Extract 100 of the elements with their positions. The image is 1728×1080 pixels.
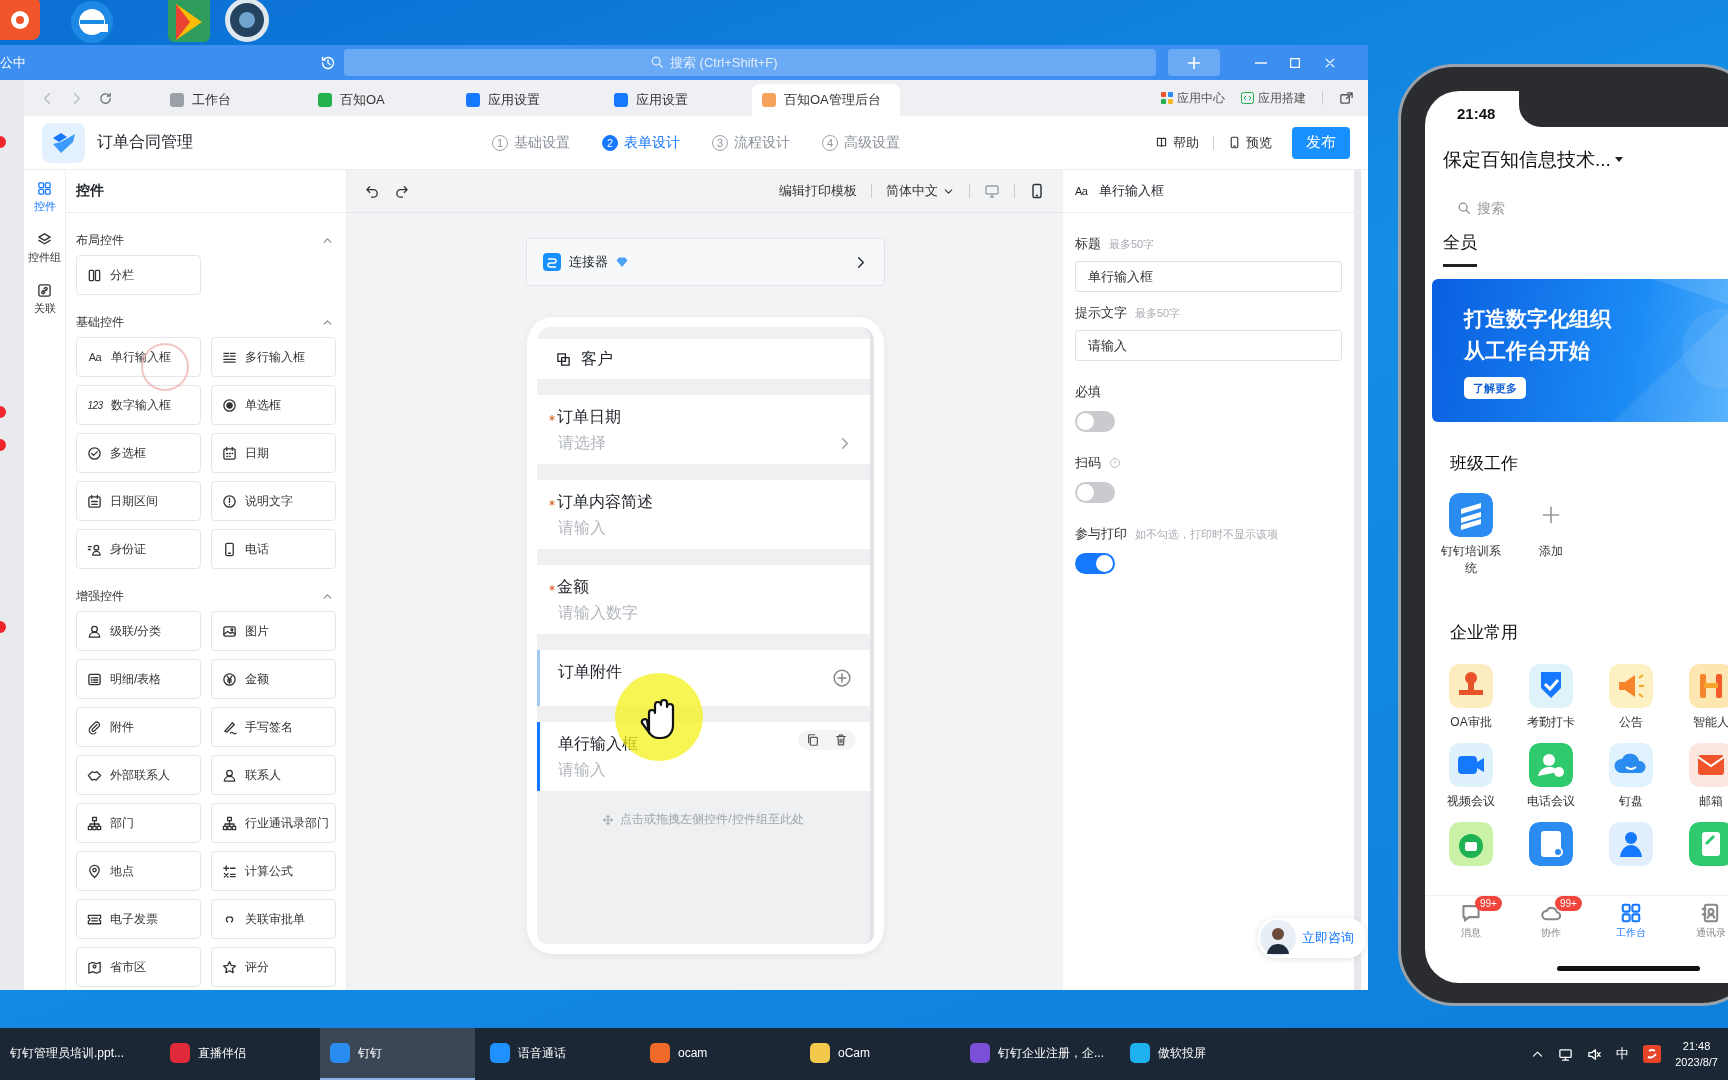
taskbar-item[interactable]: 钉钉	[320, 1028, 475, 1080]
step-tab[interactable]: 1 基础设置	[492, 133, 570, 152]
text-input[interactable]: 请输入	[1075, 330, 1342, 361]
minimize-icon[interactable]	[1255, 61, 1267, 64]
browser-tab[interactable]: 百知OA	[308, 84, 456, 116]
control-item[interactable]: 外部联系人	[76, 755, 201, 795]
tab[interactable]: 全员	[1443, 231, 1477, 267]
control-item[interactable]: 图片	[211, 611, 336, 651]
consult-button[interactable]: 立即咨询	[1258, 918, 1366, 958]
ime-icon[interactable]	[1643, 1045, 1662, 1063]
text-input[interactable]: 单行输入框	[1075, 261, 1342, 292]
language-select[interactable]: 简体中文	[886, 182, 955, 200]
input-field[interactable]: 请输入	[557, 519, 852, 537]
control-item[interactable]: 计算公式	[211, 851, 336, 891]
nav-tab[interactable]: 工作台	[1591, 896, 1671, 947]
nav-tab[interactable]: 通讯录	[1671, 896, 1728, 947]
taskbar-item[interactable]: 钉钉企业注册，企...	[960, 1028, 1115, 1080]
control-item[interactable]: 评分	[211, 947, 336, 987]
app-shortcut[interactable]: OA审批	[1431, 664, 1511, 731]
window-title: 公中	[0, 53, 27, 72]
browser-tab[interactable]: 应用设置	[456, 84, 604, 116]
control-item[interactable]: 省市区	[76, 947, 201, 987]
control-item[interactable]: 金额	[211, 659, 336, 699]
input-field[interactable]: 请输入	[557, 761, 852, 779]
control-item[interactable]: 日期	[211, 433, 336, 473]
browser-tab[interactable]: 工作台	[160, 84, 308, 116]
add-app-button[interactable]: 添加	[1511, 493, 1591, 577]
control-item[interactable]: 日期区间	[76, 481, 201, 521]
connector-card[interactable]: 连接器	[525, 238, 885, 286]
taskbar-item[interactable]: 语音通话	[480, 1028, 635, 1080]
toolbar-link[interactable]: 应用中心	[1161, 89, 1225, 107]
group-header[interactable]: 增强控件	[76, 581, 334, 611]
toggle-switch[interactable]	[1075, 411, 1115, 432]
toolbar-link[interactable]: 应用搭建	[1241, 89, 1306, 107]
control-item[interactable]: 级联/分类	[76, 611, 201, 651]
control-item[interactable]: 多行输入框	[211, 337, 336, 377]
form-field[interactable]: 订单内容简述 请输入	[536, 480, 870, 549]
control-item[interactable]: 123 数字输入框	[76, 385, 201, 425]
control-item[interactable]: 电子发票	[76, 899, 201, 939]
control-item[interactable]: 身份证	[76, 529, 201, 569]
grid-icon	[1620, 902, 1642, 924]
input-method[interactable]: 中	[1616, 1045, 1630, 1063]
help-link[interactable]: 帮助	[1155, 133, 1199, 152]
app-shortcut[interactable]: 钉盘	[1591, 743, 1671, 810]
control-item[interactable]: 联系人	[211, 755, 336, 795]
control-item[interactable]: 地点	[76, 851, 201, 891]
app-shortcut[interactable]: 公告	[1591, 664, 1671, 731]
control-item[interactable]: 明细/表格	[76, 659, 201, 699]
clock[interactable]: 21:48 2023/8/7	[1675, 1038, 1718, 1070]
learn-more-button[interactable]: 了解更多	[1464, 377, 1526, 399]
app-icon[interactable]	[222, 0, 272, 44]
control-item[interactable]: 部门	[76, 803, 201, 843]
desktop-view-icon[interactable]	[984, 183, 1000, 199]
nav-tab[interactable]: 协作 99+	[1511, 896, 1591, 947]
rail-tab[interactable]: 控件组	[28, 229, 61, 268]
control-item[interactable]: 单选框	[211, 385, 336, 425]
add-button[interactable]	[1168, 49, 1220, 76]
promo-banner[interactable]: 打造数字化组织 从工作台开始 了解更多	[1432, 279, 1728, 422]
browser-tab[interactable]: 应用设置	[604, 84, 752, 116]
control-item[interactable]: 手写签名	[211, 707, 336, 747]
taskbar-item[interactable]: 直播伴侣	[160, 1028, 315, 1080]
control-item[interactable]: 多选框	[76, 433, 201, 473]
group-header[interactable]: 布局控件	[76, 225, 334, 255]
app-shortcut[interactable]: 考勤打卡	[1511, 664, 1591, 731]
form-field[interactable]: 金额 请输入数字	[536, 565, 870, 634]
input-field[interactable]: 请输入数字	[557, 604, 852, 622]
app-shortcut[interactable]: 视频会议	[1431, 743, 1511, 810]
browser-icon[interactable]	[68, 0, 116, 44]
taskbar-item[interactable]: 傲软投屏	[1120, 1028, 1275, 1080]
rail-tab[interactable]: 控件	[33, 178, 56, 217]
control-item[interactable]: Aa 单行输入框	[76, 337, 201, 377]
mobile-view-icon[interactable]	[1029, 183, 1045, 199]
form-section[interactable]: 客户	[536, 339, 870, 379]
control-item[interactable]: 电话	[211, 529, 336, 569]
control-item[interactable]: 附件	[76, 707, 201, 747]
app-shortcut[interactable]: 钉钉培训系统	[1431, 493, 1511, 577]
browser-tab[interactable]: 百知OA管理后台	[752, 84, 900, 116]
form-field[interactable]: 订单日期 请选择	[536, 395, 870, 464]
control-item[interactable]: 关联审批单	[211, 899, 336, 939]
app-shortcut[interactable]: 智能人	[1671, 664, 1728, 731]
print-template-link[interactable]: 编辑打印模板	[779, 182, 857, 200]
toggle-switch[interactable]	[1075, 553, 1115, 574]
taskbar-item[interactable]: 钉钉管理员培训.ppt...	[0, 1028, 155, 1080]
search-field[interactable]: 搜索	[1447, 193, 1707, 223]
select-field[interactable]: 请选择	[557, 434, 837, 452]
org-name[interactable]: 保定百知信息技术...	[1443, 147, 1611, 173]
preview-link[interactable]: 预览	[1228, 133, 1272, 152]
toggle-switch[interactable]	[1075, 482, 1115, 503]
rail-tab[interactable]: 关联	[33, 280, 56, 319]
taskbar-item[interactable]: oCam	[800, 1028, 955, 1080]
app-shortcut[interactable]: 电话会议	[1511, 743, 1591, 810]
taskbar-item[interactable]: ocam	[640, 1028, 795, 1080]
group-header[interactable]: 基础控件	[76, 307, 334, 337]
nav-tab[interactable]: 消息 99+	[1431, 896, 1511, 947]
search-field[interactable]: 搜索 (Ctrl+Shift+F)	[344, 49, 1156, 76]
control-item[interactable]: 行业通讯录部门	[211, 803, 336, 843]
control-item[interactable]: 说明文字	[211, 481, 336, 521]
control-item[interactable]: 分栏	[76, 255, 201, 295]
app-shortcut[interactable]: 邮箱	[1671, 743, 1728, 810]
step-tab[interactable]: 2 表单设计	[602, 133, 680, 152]
